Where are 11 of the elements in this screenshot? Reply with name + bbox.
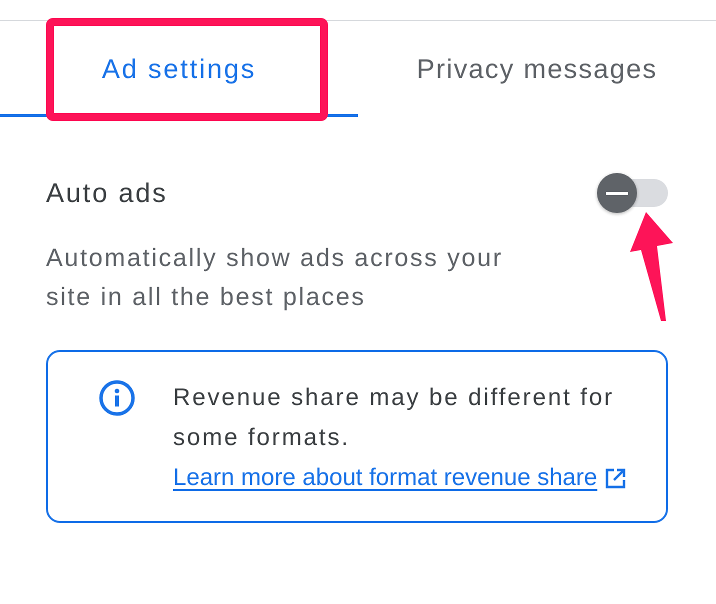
setting-description: Automatically show ads across your site in all the best places — [46, 243, 504, 313]
learn-more-link[interactable]: Learn more about format revenue share — [173, 458, 598, 498]
info-icon — [99, 380, 135, 416]
tab[interactable]: Ad settings — [0, 21, 358, 117]
toggle-thumb[interactable] — [597, 173, 637, 213]
minus-icon — [606, 192, 628, 194]
info-message: Revenue share may be different for some formats. — [173, 384, 614, 451]
auto-ads-toggle[interactable] — [597, 173, 668, 213]
external-link-icon — [605, 468, 626, 488]
tab[interactable]: Privacy messages — [358, 21, 716, 117]
setting-title: Auto ads — [46, 176, 168, 210]
